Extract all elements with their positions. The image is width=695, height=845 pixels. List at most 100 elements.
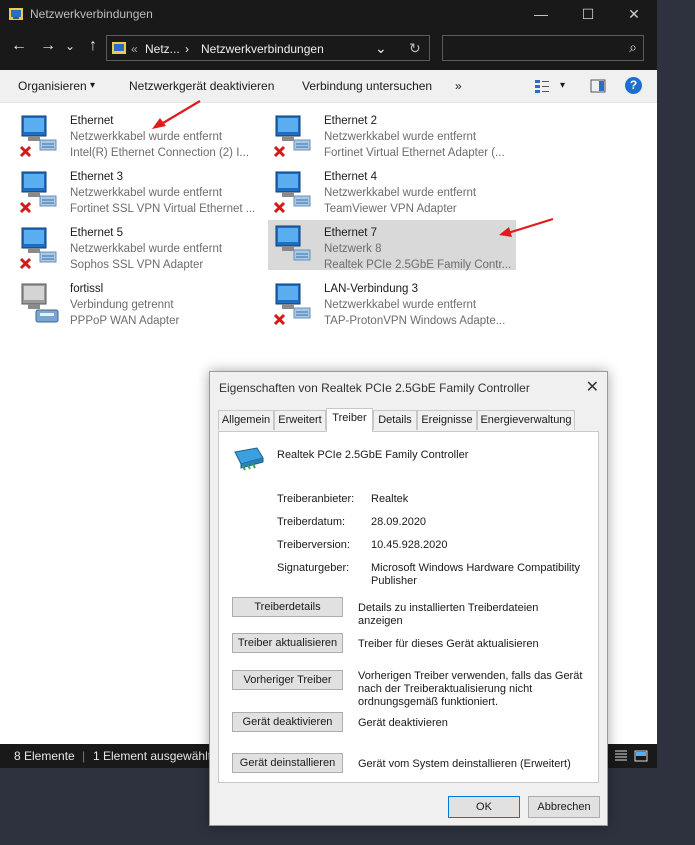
update-driver-desc: Treiber für dieses Gerät aktualisieren xyxy=(358,638,539,650)
view-options-icon[interactable] xyxy=(534,78,550,94)
connection-name: LAN-Verbindung 3 xyxy=(324,283,418,295)
breadcrumb-item[interactable]: Netz... xyxy=(145,42,180,56)
connection-status: Netzwerk 8 xyxy=(324,243,382,255)
network-folder-icon xyxy=(9,8,23,20)
breadcrumb-separator-icon[interactable]: › xyxy=(185,42,189,56)
connection-adapter: Intel(R) Ethernet Connection (2) I... xyxy=(70,147,249,159)
breadcrumb-overflow[interactable]: « xyxy=(131,42,138,56)
forward-arrow-icon[interactable]: → xyxy=(37,37,59,55)
tab-erweitert[interactable]: Erweitert xyxy=(274,410,326,430)
organize-dropdown-icon[interactable]: ▾ xyxy=(90,80,95,91)
signer-label: Signaturgeber: xyxy=(277,562,350,574)
connection-adapter: Fortinet Virtual Ethernet Adapter (... xyxy=(324,147,505,159)
connection-status: Netzwerkkabel wurde entfernt xyxy=(324,131,477,143)
driver-date-value: 28.09.2020 xyxy=(371,516,427,528)
view-dropdown-icon[interactable]: ▾ xyxy=(560,80,565,91)
tab-energieverwaltung[interactable]: Energieverwaltung xyxy=(477,410,575,430)
rollback-driver-button[interactable]: Vorheriger Treiber xyxy=(232,670,343,690)
network-adapter-icon xyxy=(273,171,311,214)
connection-status: Netzwerkkabel wurde entfernt xyxy=(70,243,223,255)
device-name: Realtek PCIe 2.5GbE Family Controller xyxy=(277,449,469,461)
connection-ethernet[interactable]: Ethernet Netzwerkkabel wurde entfernt In… xyxy=(14,110,262,160)
uninstall-device-desc: Gerät vom System deinstallieren (Erweite… xyxy=(358,758,571,770)
driver-tab-panel: Realtek PCIe 2.5GbE Family Controller Tr… xyxy=(218,431,599,783)
network-connections-icon xyxy=(112,42,126,54)
uninstall-device-button[interactable]: Gerät deinstallieren xyxy=(232,753,343,773)
connection-name: Ethernet 5 xyxy=(70,227,124,239)
dialog-title: Eigenschaften von Realtek PCIe 2.5GbE Fa… xyxy=(219,381,530,395)
ok-button[interactable]: OK xyxy=(448,796,520,818)
connection-adapter: PPPoP WAN Adapter xyxy=(70,315,180,327)
signer-value: Microsoft Windows Hardware Compatibility… xyxy=(371,562,581,587)
title-bar: Netzwerkverbindungen — ☐ ✕ xyxy=(0,0,657,28)
connection-status: Netzwerkkabel wurde entfernt xyxy=(324,187,477,199)
search-box[interactable]: ⌕ xyxy=(442,35,644,61)
properties-dialog: Eigenschaften von Realtek PCIe 2.5GbE Fa… xyxy=(209,371,608,826)
selection-count: 1 Element ausgewählt xyxy=(93,749,212,763)
dialog-close-icon[interactable]: ✕ xyxy=(586,377,599,397)
preview-pane-icon[interactable] xyxy=(590,78,606,94)
network-adapter-icon xyxy=(19,171,57,214)
rollback-driver-desc: Vorherigen Treiber verwenden, falls das … xyxy=(358,670,583,708)
tab-details[interactable]: Details xyxy=(373,410,417,430)
connection-name: Ethernet 7 xyxy=(324,227,378,239)
tab-allgemein[interactable]: Allgemein xyxy=(218,410,274,430)
connection-ethernet-3[interactable]: Ethernet 3 Netzwerkkabel wurde entfernt … xyxy=(14,166,262,216)
address-bar[interactable]: « Netz... › Netzwerkverbindungen ⌄ ↻ xyxy=(106,35,430,61)
annotation-arrow-icon xyxy=(499,217,554,237)
network-adapter-icon xyxy=(273,283,311,326)
organize-button[interactable]: Organisieren xyxy=(18,79,87,93)
connection-lan-3[interactable]: LAN-Verbindung 3 Netzwerkkabel wurde ent… xyxy=(268,278,516,328)
cancel-button[interactable]: Abbrechen xyxy=(528,796,600,818)
connection-fortissl[interactable]: fortissl Verbindung getrennt PPPoP WAN A… xyxy=(14,278,262,328)
tab-treiber[interactable]: Treiber xyxy=(326,408,373,432)
driver-provider-label: Treiberanbieter: xyxy=(277,493,355,505)
item-count: 8 Elemente xyxy=(14,749,75,763)
up-arrow-icon[interactable]: ↑ xyxy=(82,37,104,55)
recent-locations-icon[interactable]: ⌄ xyxy=(62,39,78,53)
command-bar: Organisieren ▾ Netzwerkgerät deaktiviere… xyxy=(0,70,657,103)
close-button[interactable]: ✕ xyxy=(611,0,657,28)
back-arrow-icon[interactable]: ← xyxy=(8,37,30,55)
annotation-arrow-icon xyxy=(152,100,201,129)
tab-ereignisse[interactable]: Ereignisse xyxy=(417,410,477,430)
breadcrumb-item[interactable]: Netzwerkverbindungen xyxy=(201,42,324,56)
driver-details-button[interactable]: Treiberdetails xyxy=(232,597,343,617)
diagnose-connection-button[interactable]: Verbindung untersuchen xyxy=(302,79,432,93)
window-title: Netzwerkverbindungen xyxy=(30,7,153,21)
driver-provider-value: Realtek xyxy=(371,493,409,505)
driver-version-value: 10.45.928.2020 xyxy=(371,539,448,551)
driver-date-label: Treiberdatum: xyxy=(277,516,346,528)
dialup-connection-icon xyxy=(21,283,59,323)
tiles-view-icon[interactable] xyxy=(634,749,648,763)
connection-ethernet-2[interactable]: Ethernet 2 Netzwerkkabel wurde entfernt … xyxy=(268,110,516,160)
connection-status: Netzwerkkabel wurde entfernt xyxy=(324,299,477,311)
connection-adapter: TAP-ProtonVPN Windows Adapte... xyxy=(324,315,506,327)
more-commands-button[interactable]: » xyxy=(455,79,462,93)
connection-status: Netzwerkkabel wurde entfernt xyxy=(70,187,223,199)
network-adapter-icon xyxy=(273,115,311,158)
connection-status: Verbindung getrennt xyxy=(70,299,174,311)
disable-device-button[interactable]: Netzwerkgerät deaktivieren xyxy=(129,79,274,93)
minimize-button[interactable]: — xyxy=(518,0,564,28)
connection-ethernet-4[interactable]: Ethernet 4 Netzwerkkabel wurde entfernt … xyxy=(268,166,516,216)
network-adapter-icon xyxy=(19,227,57,270)
connection-adapter: Realtek PCIe 2.5GbE Family Contr... xyxy=(324,259,512,271)
address-dropdown-icon[interactable]: ⌄ xyxy=(375,40,387,57)
maximize-button[interactable]: ☐ xyxy=(565,0,611,28)
connection-ethernet-7[interactable]: Ethernet 7 Netzwerk 8 Realtek PCIe 2.5Gb… xyxy=(268,220,516,271)
network-adapter-icon xyxy=(275,225,311,261)
refresh-icon[interactable]: ↻ xyxy=(409,40,421,57)
details-view-icon[interactable] xyxy=(614,749,628,763)
network-adapter-icon xyxy=(19,115,57,158)
disable-device-desc: Gerät deaktivieren xyxy=(358,717,448,729)
network-card-icon xyxy=(234,447,264,471)
connection-adapter: TeamViewer VPN Adapter xyxy=(324,203,457,215)
disable-device-button[interactable]: Gerät deaktivieren xyxy=(232,712,343,732)
help-icon[interactable]: ? xyxy=(625,77,642,94)
connection-ethernet-5[interactable]: Ethernet 5 Netzwerkkabel wurde entfernt … xyxy=(14,222,262,272)
connection-adapter: Fortinet SSL VPN Virtual Ethernet ... xyxy=(70,203,256,215)
navigation-bar: ← → ⌄ ↑ « Netz... › Netzwerkverbindungen… xyxy=(0,28,657,70)
update-driver-button[interactable]: Treiber aktualisieren xyxy=(232,633,343,653)
search-icon: ⌕ xyxy=(629,39,637,55)
